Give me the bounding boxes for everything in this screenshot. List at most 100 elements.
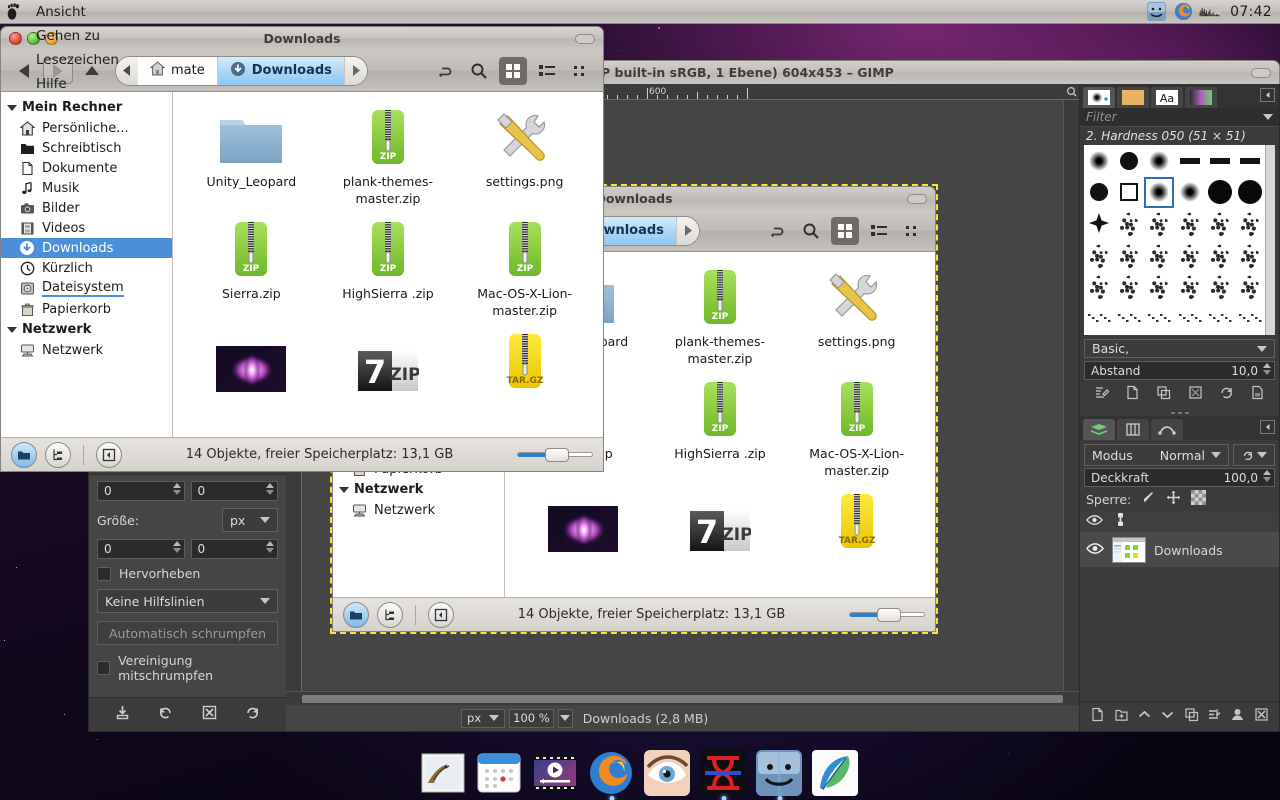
brush-item[interactable]: [1114, 208, 1144, 240]
position-y-input[interactable]: 0: [191, 481, 279, 501]
brush-item[interactable]: [1235, 208, 1265, 240]
channels-tab-icon[interactable]: [1117, 419, 1149, 440]
brush-item[interactable]: [1235, 303, 1265, 335]
mail-app[interactable]: [420, 750, 468, 798]
brush-item[interactable]: [1235, 145, 1265, 177]
brush-grid-scrollbar[interactable]: [1265, 145, 1275, 335]
menu-view[interactable]: Ansicht: [26, 0, 129, 24]
zoom-dropdown-button[interactable]: [558, 709, 573, 728]
restore-tool-options-icon[interactable]: [157, 704, 174, 725]
sidebar-item-netzwerk[interactable]: Netzwerk: [1, 340, 172, 360]
guides-select[interactable]: Keine Hilfslinien: [97, 589, 278, 613]
fm1-tree-button[interactable]: [45, 442, 71, 468]
fonts-tab-icon[interactable]: Aa: [1151, 87, 1183, 108]
layers-dock-buttons[interactable]: [1080, 701, 1279, 731]
file-item[interactable]: TAR.GZ: [788, 490, 925, 558]
gimp-window-controls[interactable]: [1251, 68, 1279, 78]
brush-item[interactable]: [1174, 272, 1204, 304]
file-item[interactable]: ZIP HighSierra .zip: [652, 378, 789, 480]
layer-opacity-steppers[interactable]: [1263, 470, 1271, 482]
sidebar-item-papierkorb[interactable]: Papierkorb: [1, 299, 172, 319]
sidebar-item-bilder[interactable]: Bilder: [1, 198, 172, 218]
fm1-sidebar[interactable]: Mein RechnerPersönliche...SchreibtischDo…: [1, 92, 173, 437]
brush-item[interactable]: [1144, 240, 1174, 272]
delete-tool-options-icon[interactable]: [201, 704, 218, 725]
finder-app[interactable]: [756, 750, 804, 798]
close-button[interactable]: [9, 32, 22, 45]
sidebar-section-netzwerk[interactable]: Netzwerk: [333, 479, 504, 500]
fm1-places-button[interactable]: [11, 442, 37, 468]
position-y-steppers[interactable]: [266, 483, 274, 495]
text-editor-app[interactable]: [700, 750, 748, 798]
brush-item[interactable]: [1114, 145, 1144, 177]
fm1-crumb-mate[interactable]: mate: [138, 57, 218, 85]
fm1-list-view-button[interactable]: [533, 57, 561, 85]
raise-layer-icon[interactable]: [1137, 707, 1152, 726]
brush-item[interactable]: [1114, 240, 1144, 272]
fm2-zoom-knob[interactable]: [877, 608, 901, 622]
calendar-app[interactable]: [476, 750, 524, 798]
refresh-brushes-icon[interactable]: [1219, 385, 1234, 404]
top-panel[interactable]: DateienDateiBearbeitenAnsichtGehen zuLes…: [0, 0, 1280, 24]
sidebar-item-schreibtisch[interactable]: Schreibtisch: [1, 138, 172, 158]
fm2-maximize-pill[interactable]: [907, 194, 927, 204]
duplicate-brush-icon[interactable]: [1156, 385, 1171, 404]
fm2-list-view-button[interactable]: [865, 217, 893, 245]
brush-item[interactable]: [1205, 208, 1235, 240]
fm1-search-icon[interactable]: [465, 57, 493, 85]
file-item[interactable]: 7 ZIP: [652, 490, 789, 558]
brush-item[interactable]: [1114, 177, 1144, 209]
panel-tray[interactable]: 07:42: [1145, 2, 1280, 22]
fm1-maximize-pill[interactable]: [575, 34, 595, 44]
file-item[interactable]: ZIP Mac-OS-X-Lion-master.zip: [456, 218, 593, 320]
new-layer-group-icon[interactable]: [1114, 707, 1129, 726]
brush-item[interactable]: [1205, 240, 1235, 272]
delete-brush-icon[interactable]: [1188, 385, 1203, 404]
menu-help[interactable]: Hilfe: [26, 72, 129, 96]
brush-dock-menu-button[interactable]: [1260, 88, 1275, 102]
fm1-zoom-slider[interactable]: [517, 447, 593, 463]
fm2-tree-button[interactable]: [377, 602, 403, 628]
file-item[interactable]: Unity_Leopard: [183, 106, 320, 208]
edit-brush-icon[interactable]: [1094, 385, 1109, 404]
brush-spacing-slider[interactable]: Abstand 10,0: [1084, 361, 1275, 380]
finder-tray-icon[interactable]: [1145, 2, 1167, 22]
layer-row-downloads[interactable]: Downloads: [1080, 533, 1279, 567]
layers-dock-tabs[interactable]: [1080, 416, 1279, 440]
file-item[interactable]: ZIP Sierra.zip: [183, 218, 320, 320]
fm2-search-icon[interactable]: [797, 217, 825, 245]
fm2-breadcrumb-next[interactable]: [677, 217, 699, 245]
highlight-checkbox[interactable]: [97, 567, 111, 581]
highlight-row[interactable]: Hervorheben: [97, 566, 278, 581]
open-as-image-icon[interactable]: [1250, 385, 1265, 404]
gradients-tab-icon[interactable]: [1185, 87, 1217, 108]
zoom-image-button[interactable]: [1063, 84, 1079, 100]
file-item[interactable]: [515, 490, 652, 558]
tool-options-buttons[interactable]: [89, 697, 286, 731]
auto-shrink-button[interactable]: Automatisch schrumpfen: [97, 621, 278, 645]
layer-mode-select[interactable]: Modus Normal: [1084, 444, 1229, 466]
file-item[interactable]: settings.png: [788, 266, 925, 368]
layers-tab-icon[interactable]: [1083, 419, 1115, 440]
shrink-merged-checkbox[interactable]: [97, 661, 110, 675]
fm2-sidebar-toggle-button[interactable]: [428, 602, 454, 628]
fm1-sidebar-toggle-button[interactable]: [96, 442, 122, 468]
brush-item[interactable]: [1235, 272, 1265, 304]
size-height-steppers[interactable]: [266, 541, 274, 553]
fm2-places-button[interactable]: [343, 602, 369, 628]
brush-item[interactable]: [1174, 177, 1204, 209]
fm2-zoom-slider[interactable]: [849, 607, 925, 623]
sidebar-section-netzwerk[interactable]: Netzwerk: [1, 319, 172, 340]
brush-item[interactable]: [1144, 145, 1174, 177]
fm2-icon-view-button[interactable]: [831, 217, 859, 245]
fm2-reload-icon[interactable]: [763, 217, 791, 245]
fm1-compact-view-button[interactable]: [567, 57, 595, 85]
panel-clock[interactable]: 07:42: [1226, 4, 1272, 20]
delete-layer-icon[interactable]: [1254, 707, 1269, 726]
lock-alpha-icon[interactable]: [1191, 490, 1206, 508]
brush-item[interactable]: [1174, 303, 1204, 335]
brush-item[interactable]: [1144, 208, 1174, 240]
file-item[interactable]: ZIP plank-themes-master.zip: [652, 266, 789, 368]
firefox-tray-icon[interactable]: [1172, 2, 1194, 22]
file-item[interactable]: ZIP Mac-OS-X-Lion-master.zip: [788, 378, 925, 480]
